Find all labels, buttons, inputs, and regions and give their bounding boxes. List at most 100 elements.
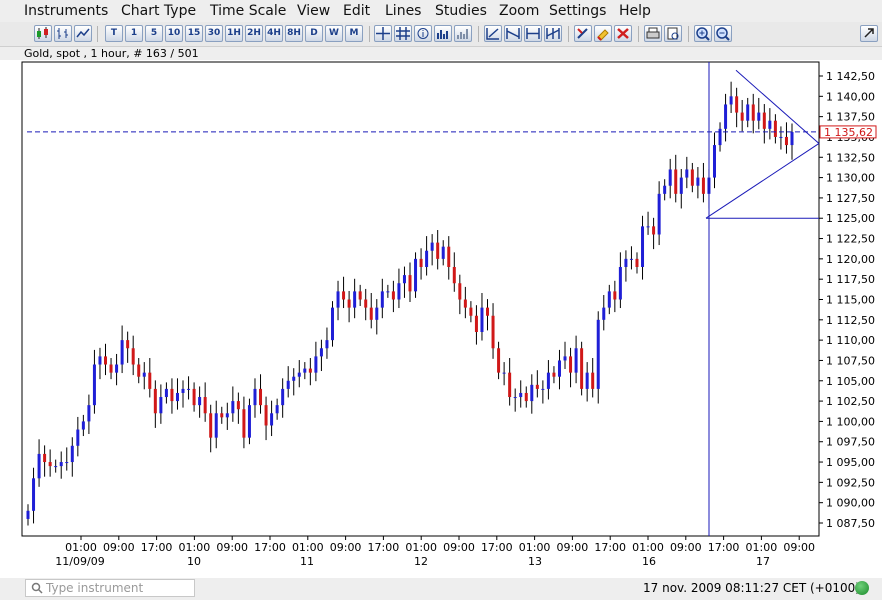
print-preview-icon[interactable] — [664, 25, 682, 42]
period-4h-button[interactable]: 4H — [265, 25, 283, 42]
candle-body — [43, 453, 47, 463]
candle-body — [330, 307, 334, 341]
y-axis-label: 1 110,00 — [826, 334, 875, 347]
volume-bars-icon[interactable] — [454, 25, 472, 42]
menu-lines[interactable]: Lines — [385, 3, 421, 19]
candle-body — [629, 258, 633, 260]
candle-body — [153, 388, 157, 414]
period-1h-button[interactable]: 1H — [225, 25, 243, 42]
period-5m-button[interactable]: 5 — [145, 25, 163, 42]
candle-body — [364, 299, 368, 308]
instrument-search-input[interactable]: Type instrument — [25, 579, 195, 597]
period-tick-button[interactable]: T — [105, 25, 123, 42]
x-axis-label: 01:00 — [405, 541, 437, 554]
candle-body — [613, 291, 617, 300]
candle-body — [524, 392, 528, 402]
period-15m-button[interactable]: 15 — [185, 25, 203, 42]
draw-icon[interactable] — [574, 25, 592, 42]
line-chart-icon[interactable] — [74, 25, 92, 42]
trendline-icon[interactable] — [484, 25, 502, 42]
candle-body — [220, 413, 224, 418]
candle-body — [652, 226, 656, 235]
candle-body — [657, 193, 661, 235]
candle-body — [607, 291, 611, 308]
bar-chart-icon[interactable] — [54, 25, 72, 42]
toolbar-separator — [369, 26, 370, 42]
y-axis-label: 1 117,50 — [826, 273, 875, 286]
candle-body — [358, 291, 362, 300]
candle-body — [54, 466, 58, 468]
status-bar: Type instrument 17 nov. 2009 08:11:27 CE… — [0, 578, 882, 600]
candle-body — [148, 372, 152, 389]
print-icon[interactable] — [644, 25, 662, 42]
vertical-line-icon[interactable] — [544, 25, 562, 42]
x-axis-label: 17:00 — [481, 541, 513, 554]
zoom-in-icon[interactable] — [694, 25, 712, 42]
candle-body — [762, 112, 766, 129]
period-daily-button[interactable]: D — [305, 25, 323, 42]
volume-icon[interactable] — [434, 25, 452, 42]
menu-chart-type[interactable]: Chart Type — [121, 3, 196, 19]
period-30m-button[interactable]: 30 — [205, 25, 223, 42]
period-8h-button[interactable]: 8H — [285, 25, 303, 42]
period-10m-button[interactable]: 10 — [165, 25, 183, 42]
candle-body — [596, 319, 600, 389]
candle-body — [397, 283, 401, 300]
menu-help[interactable]: Help — [619, 3, 651, 19]
candle-body — [591, 372, 595, 389]
info-icon[interactable] — [414, 25, 432, 42]
x-axis-label: 09:00 — [670, 541, 702, 554]
y-axis-label: 1 090,00 — [826, 497, 875, 510]
y-axis-label: 1 105,00 — [826, 375, 875, 388]
candle-body — [641, 226, 645, 267]
y-axis-label: 1 097,50 — [826, 436, 875, 449]
period-weekly-button[interactable]: W — [325, 25, 343, 42]
horizontal-line-icon[interactable] — [524, 25, 542, 42]
period-2h-button[interactable]: 2H — [245, 25, 263, 42]
candle-body — [281, 388, 285, 406]
zoom-out-icon[interactable] — [714, 25, 732, 42]
candle-body — [746, 104, 750, 121]
menu-zoom[interactable]: Zoom — [499, 3, 539, 19]
crosshair-icon[interactable] — [374, 25, 392, 42]
channel-icon[interactable] — [504, 25, 522, 42]
x-axis-label: 17:00 — [254, 541, 286, 554]
period-monthly-button[interactable]: M — [345, 25, 363, 42]
y-axis-label: 1 137,50 — [826, 111, 875, 124]
candlestick-chart-icon[interactable] — [34, 25, 52, 42]
candle-body — [386, 291, 390, 293]
candle-body — [214, 413, 218, 438]
candle-body — [391, 291, 395, 300]
candle-body — [115, 364, 119, 373]
candle-body — [131, 348, 135, 365]
candle-body — [37, 453, 41, 479]
candle-body — [314, 356, 318, 373]
detach-icon[interactable] — [860, 25, 878, 42]
menu-instruments[interactable]: Instruments — [24, 3, 108, 19]
x-axis-date-label: 11/09/09 — [55, 555, 104, 568]
candle-body — [463, 299, 467, 308]
x-axis-label: 01:00 — [746, 541, 778, 554]
candle-body — [292, 376, 296, 381]
server-time: 17 nov. 2009 08:11:27 CET (+0100) — [643, 581, 860, 595]
menu-edit[interactable]: Edit — [343, 3, 370, 19]
candle-body — [773, 120, 777, 137]
candle-body — [175, 392, 179, 402]
grid-icon[interactable] — [394, 25, 412, 42]
menu-settings[interactable]: Settings — [549, 3, 606, 19]
toolbar-separator — [568, 26, 569, 42]
y-axis-label: 1 100,00 — [826, 415, 875, 428]
candle-body — [757, 112, 761, 121]
menu-time-scale[interactable]: Time Scale — [210, 3, 286, 19]
menu-studies[interactable]: Studies — [435, 3, 487, 19]
candle-body — [768, 120, 772, 129]
y-axis-label: 1 120,00 — [826, 253, 875, 266]
menu-view[interactable]: View — [297, 3, 330, 19]
candle-body — [430, 242, 434, 251]
price-chart[interactable]: 1 142,501 140,001 137,501 135,001 132,50… — [0, 60, 882, 580]
period-1m-button[interactable]: 1 — [125, 25, 143, 42]
eraser-icon[interactable] — [594, 25, 612, 42]
candle-body — [126, 340, 130, 349]
chart-area[interactable]: 1 142,501 140,001 137,501 135,001 132,50… — [0, 60, 882, 580]
delete-icon[interactable] — [614, 25, 632, 42]
